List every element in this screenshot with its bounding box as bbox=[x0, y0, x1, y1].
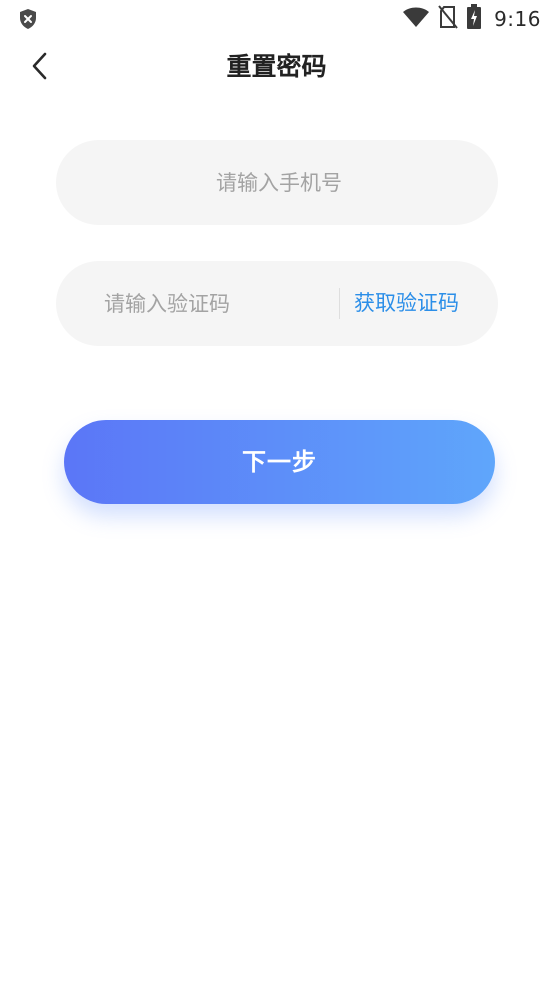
get-code-button[interactable]: 获取验证码 bbox=[354, 261, 459, 346]
status-time: 9:16 bbox=[494, 7, 541, 31]
verification-code-field: 获取验证码 bbox=[56, 261, 498, 346]
phone-input[interactable] bbox=[56, 140, 502, 225]
status-icons: 9:16 bbox=[402, 4, 541, 34]
wifi-icon bbox=[402, 6, 430, 32]
header: 重置密码 bbox=[0, 40, 553, 96]
shield-alert-icon bbox=[17, 8, 39, 30]
status-bar: 9:16 bbox=[0, 0, 553, 40]
no-sim-icon bbox=[438, 5, 458, 33]
divider bbox=[339, 288, 340, 319]
phone-field bbox=[56, 140, 502, 225]
verification-code-input[interactable] bbox=[102, 261, 336, 346]
reset-password-screen: 9:16 重置密码 获取验证码 下一步 bbox=[0, 0, 553, 983]
battery-charging-icon bbox=[466, 4, 482, 34]
next-button[interactable]: 下一步 bbox=[64, 420, 495, 504]
page-title: 重置密码 bbox=[226, 52, 327, 81]
